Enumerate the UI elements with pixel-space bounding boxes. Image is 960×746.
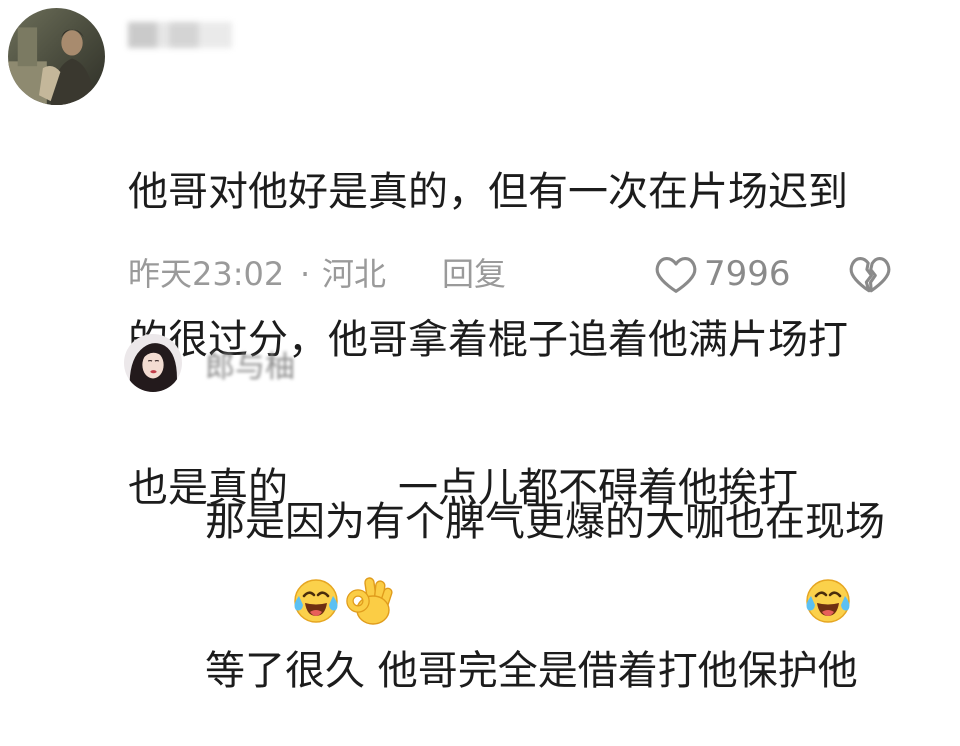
comment-text-segment: 那是因为有个脾气更爆的大咖也在现场 (205, 499, 885, 545)
comment-location: 河北 (322, 255, 387, 293)
broken-heart-icon[interactable] (848, 254, 892, 294)
avatar-photo (8, 8, 105, 105)
comment-text-line: 等了很久 他哥完全是借着打他保护他 (205, 643, 885, 700)
like-count: 7996 (704, 254, 791, 294)
comment-1-avatar[interactable] (8, 8, 105, 105)
comment-timestamp: 昨天23:02 (128, 255, 285, 293)
comment-text-segment: 等了很久 他哥完全是借着打他保护他 (205, 648, 858, 694)
comment-1-username-blurred[interactable] (128, 22, 232, 48)
comment-2-username[interactable]: 郎与柚 (205, 346, 295, 382)
comment-text-line: 他哥对他好是真的，但有一次在片场迟到 (128, 164, 854, 220)
meta-separator: · (300, 255, 311, 293)
avatar-photo (124, 334, 182, 392)
comment-text-segment: 他哥对他好是真的，但有一次在片场迟到 (128, 169, 848, 215)
reply-button[interactable]: 回复 (442, 252, 506, 296)
comment-2-text: 那是因为有个脾气更爆的大咖也在现场 等了很久 他哥完全是借着打他保护他 (205, 402, 885, 746)
heart-outline-icon[interactable] (654, 254, 698, 294)
comment-text-line: 那是因为有个脾气更爆的大咖也在现场 (205, 494, 885, 551)
comment-2-avatar[interactable] (124, 334, 182, 392)
